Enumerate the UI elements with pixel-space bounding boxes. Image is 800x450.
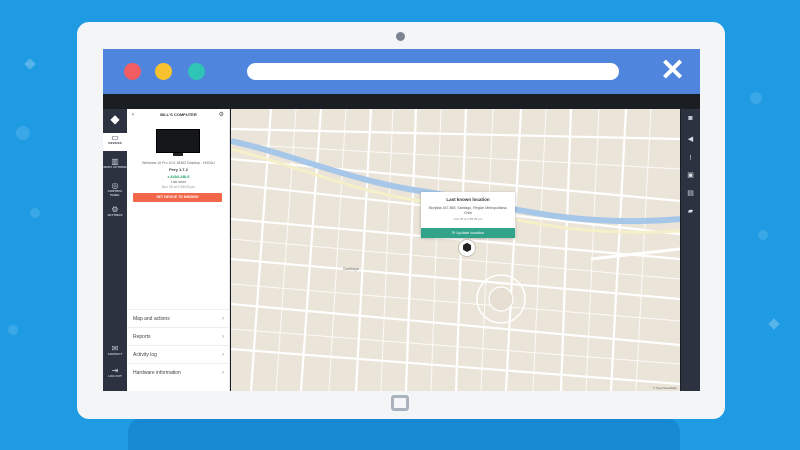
chevron-right-icon: › — [222, 352, 224, 358]
camera-dot — [396, 32, 405, 41]
close-x-icon[interactable]: ✕ — [660, 56, 685, 86]
close-window-button[interactable] — [124, 63, 141, 80]
nav-item-many-actions[interactable]: ▥ MANY ACTIONS — [103, 157, 127, 175]
menu-label: Map and actions — [133, 316, 170, 322]
nav-label: DEVICES — [108, 141, 122, 145]
browser-toolbar: ✕ — [103, 49, 700, 94]
trash-icon[interactable]: ▤ — [681, 189, 700, 197]
menu-label: Activity log — [133, 352, 157, 358]
folder-icon[interactable]: ▰ — [681, 207, 700, 215]
nav-label: LOG OUT — [108, 374, 122, 378]
map-view[interactable]: Santiago Last known location Monjitas 43… — [231, 109, 680, 391]
last-seen-date: Nov 05 at 2:55:05 pm — [161, 185, 196, 189]
device-title: BILL'S COMPUTER — [160, 112, 197, 117]
menu-label: Hardware information — [133, 370, 181, 376]
nav-label: MANY ACTIONS — [103, 165, 127, 169]
camera-icon[interactable]: ◙ — [681, 115, 700, 122]
device-os: Windows 10 Pro 10.0.18362 Desktop - HGDA… — [142, 161, 215, 165]
nav-item-devices[interactable]: ▭ DEVICES — [103, 133, 127, 151]
map-city-label: Santiago — [343, 266, 359, 271]
alert-icon[interactable]: ! — [681, 155, 700, 162]
update-location-button[interactable]: ⟳ Update location — [421, 228, 515, 238]
left-navigation: ◆ ▭ DEVICES ▥ MANY ACTIONS ◎ CONTROL PAN… — [103, 109, 127, 391]
update-location-label: Update location — [456, 230, 485, 235]
menu-label: Reports — [133, 334, 151, 340]
menu-item-map-actions[interactable]: Map and actions › — [127, 309, 230, 327]
map-credit: © OpenStreetMap — [652, 386, 677, 390]
device-settings-icon[interactable]: ⚙ — [219, 109, 224, 121]
menu-item-hardware[interactable]: Hardware information › — [127, 363, 230, 381]
minimize-window-button[interactable] — [155, 63, 172, 80]
monitor-frame: ✕ ◆ ▭ DEVICES ▥ MANY ACTIONS ◎ CONTROL P… — [77, 22, 725, 419]
background-bubble — [758, 230, 768, 240]
maximize-window-button[interactable] — [188, 63, 205, 80]
background-bubble — [750, 92, 762, 104]
nav-label: CONTACT — [107, 352, 123, 356]
popup-address: Monjitas 437-565, Santiago, Región Metro… — [428, 206, 508, 215]
nav-item-control-panel[interactable]: ◎ CONTROL PANEL — [103, 181, 127, 199]
prey-logo-icon: ◆ — [110, 112, 120, 126]
nav-item-contact[interactable]: ✉ CONTACT — [103, 344, 127, 360]
location-marker-icon[interactable]: ⬢ — [458, 239, 476, 257]
device-version: Prey 1.7.2 — [169, 167, 188, 172]
chevron-right-icon: › — [222, 334, 224, 340]
popup-time: Nov 05 at 2:55:05 pm — [453, 217, 483, 221]
chevron-right-icon: › — [222, 316, 224, 322]
status-text: AVAILABLE — [170, 175, 190, 179]
menu-item-reports[interactable]: Reports › — [127, 327, 230, 345]
popup-title: Last known location — [446, 197, 490, 202]
device-image — [156, 129, 200, 153]
background-bubble — [8, 325, 18, 335]
set-missing-button[interactable]: SET DEVICE TO MISSING — [133, 193, 222, 202]
status-badge: ● AVAILABLE — [167, 175, 190, 179]
volume-icon[interactable]: ◀ — [681, 135, 700, 143]
background-sparkle — [24, 58, 36, 70]
address-bar[interactable] — [247, 63, 619, 80]
background-bubble — [16, 126, 30, 140]
home-button[interactable] — [391, 395, 409, 411]
chevron-right-icon: › — [222, 370, 224, 376]
nav-item-logout[interactable]: ⇥ LOG OUT — [103, 366, 127, 382]
menu-item-activity-log[interactable]: Activity log › — [127, 345, 230, 363]
map-streets — [231, 109, 680, 391]
monitor-stand — [128, 418, 680, 450]
app-screen: ◆ ▭ DEVICES ▥ MANY ACTIONS ◎ CONTROL PAN… — [103, 94, 700, 391]
nav-item-settings[interactable]: ⚙ SETTINGS — [103, 205, 127, 221]
device-image-stand — [173, 153, 183, 156]
nav-label: CONTROL PANEL — [107, 189, 123, 197]
nav-label: SETTINGS — [107, 213, 123, 217]
last-seen-label: Last seen — [170, 180, 187, 184]
actions-toolbar: ◙ ◀ ! ▣ ▤ ▰ — [681, 109, 700, 391]
lock-icon[interactable]: ▣ — [681, 171, 700, 179]
background-sparkle — [768, 318, 780, 330]
background-bubble — [30, 208, 40, 218]
device-panel: ‹ BILL'S COMPUTER ⚙ Windows 10 Pro 10.0.… — [127, 109, 230, 391]
